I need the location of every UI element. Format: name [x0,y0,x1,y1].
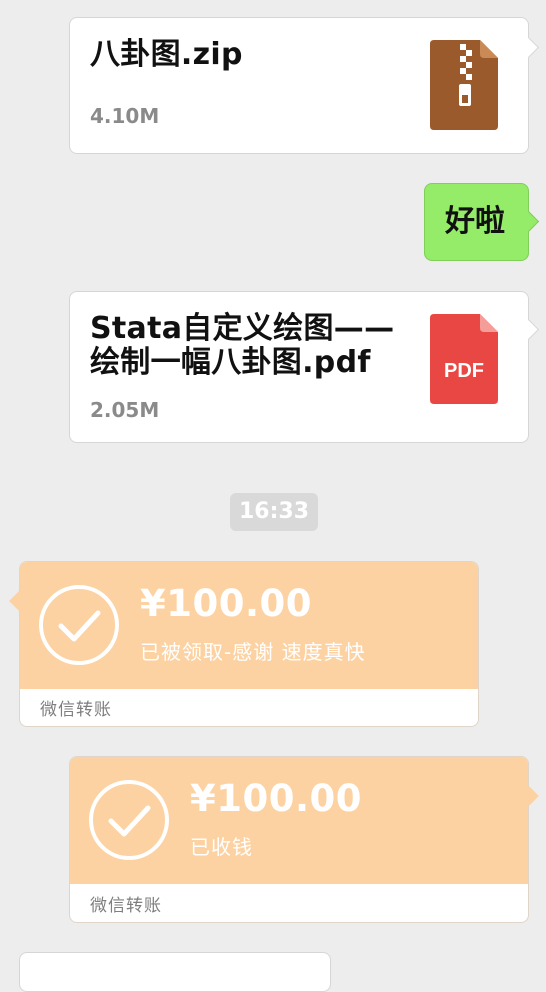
file-message-pdf[interactable]: Stata自定义绘图——绘制一幅八卦图.pdf 2.05M PDF [69,291,529,443]
transfer-message-collected[interactable]: ¥100.00 已收钱 微信转账 [69,756,529,923]
chat-timestamp: 16:33 [230,493,318,531]
pdf-icon-label: PDF [444,360,484,382]
transfer-status: 已收钱 [190,835,253,859]
pdf-file-icon: PDF [430,314,498,404]
file-name: Stata自定义绘图——绘制一幅八卦图.pdf [90,311,395,380]
check-circle-icon [39,585,119,665]
message-text: 好啦 [445,204,505,239]
transfer-header: ¥100.00 已收钱 [70,757,528,884]
transfer-amount: ¥100.00 [140,582,313,625]
transfer-footer-label: 微信转账 [90,896,162,916]
transfer-message-received[interactable]: ¥100.00 已被领取-感谢 速度真快 微信转账 [19,561,479,727]
file-message-zip[interactable]: 八卦图.zip 4.10M [69,17,529,154]
text-message-bubble[interactable]: 好啦 [424,183,529,261]
transfer-footer-label: 微信转账 [40,700,112,720]
transfer-status: 已被领取-感谢 速度真快 [140,640,366,664]
transfer-header: ¥100.00 已被领取-感谢 速度真快 [20,562,478,689]
check-circle-icon [89,780,169,860]
zip-archive-icon [430,40,498,130]
file-name: 八卦图.zip [90,37,243,72]
file-size: 4.10M [90,104,160,128]
transfer-amount: ¥100.00 [190,777,363,820]
file-size: 2.05M [90,398,160,422]
message-bubble-partial[interactable] [19,952,331,992]
